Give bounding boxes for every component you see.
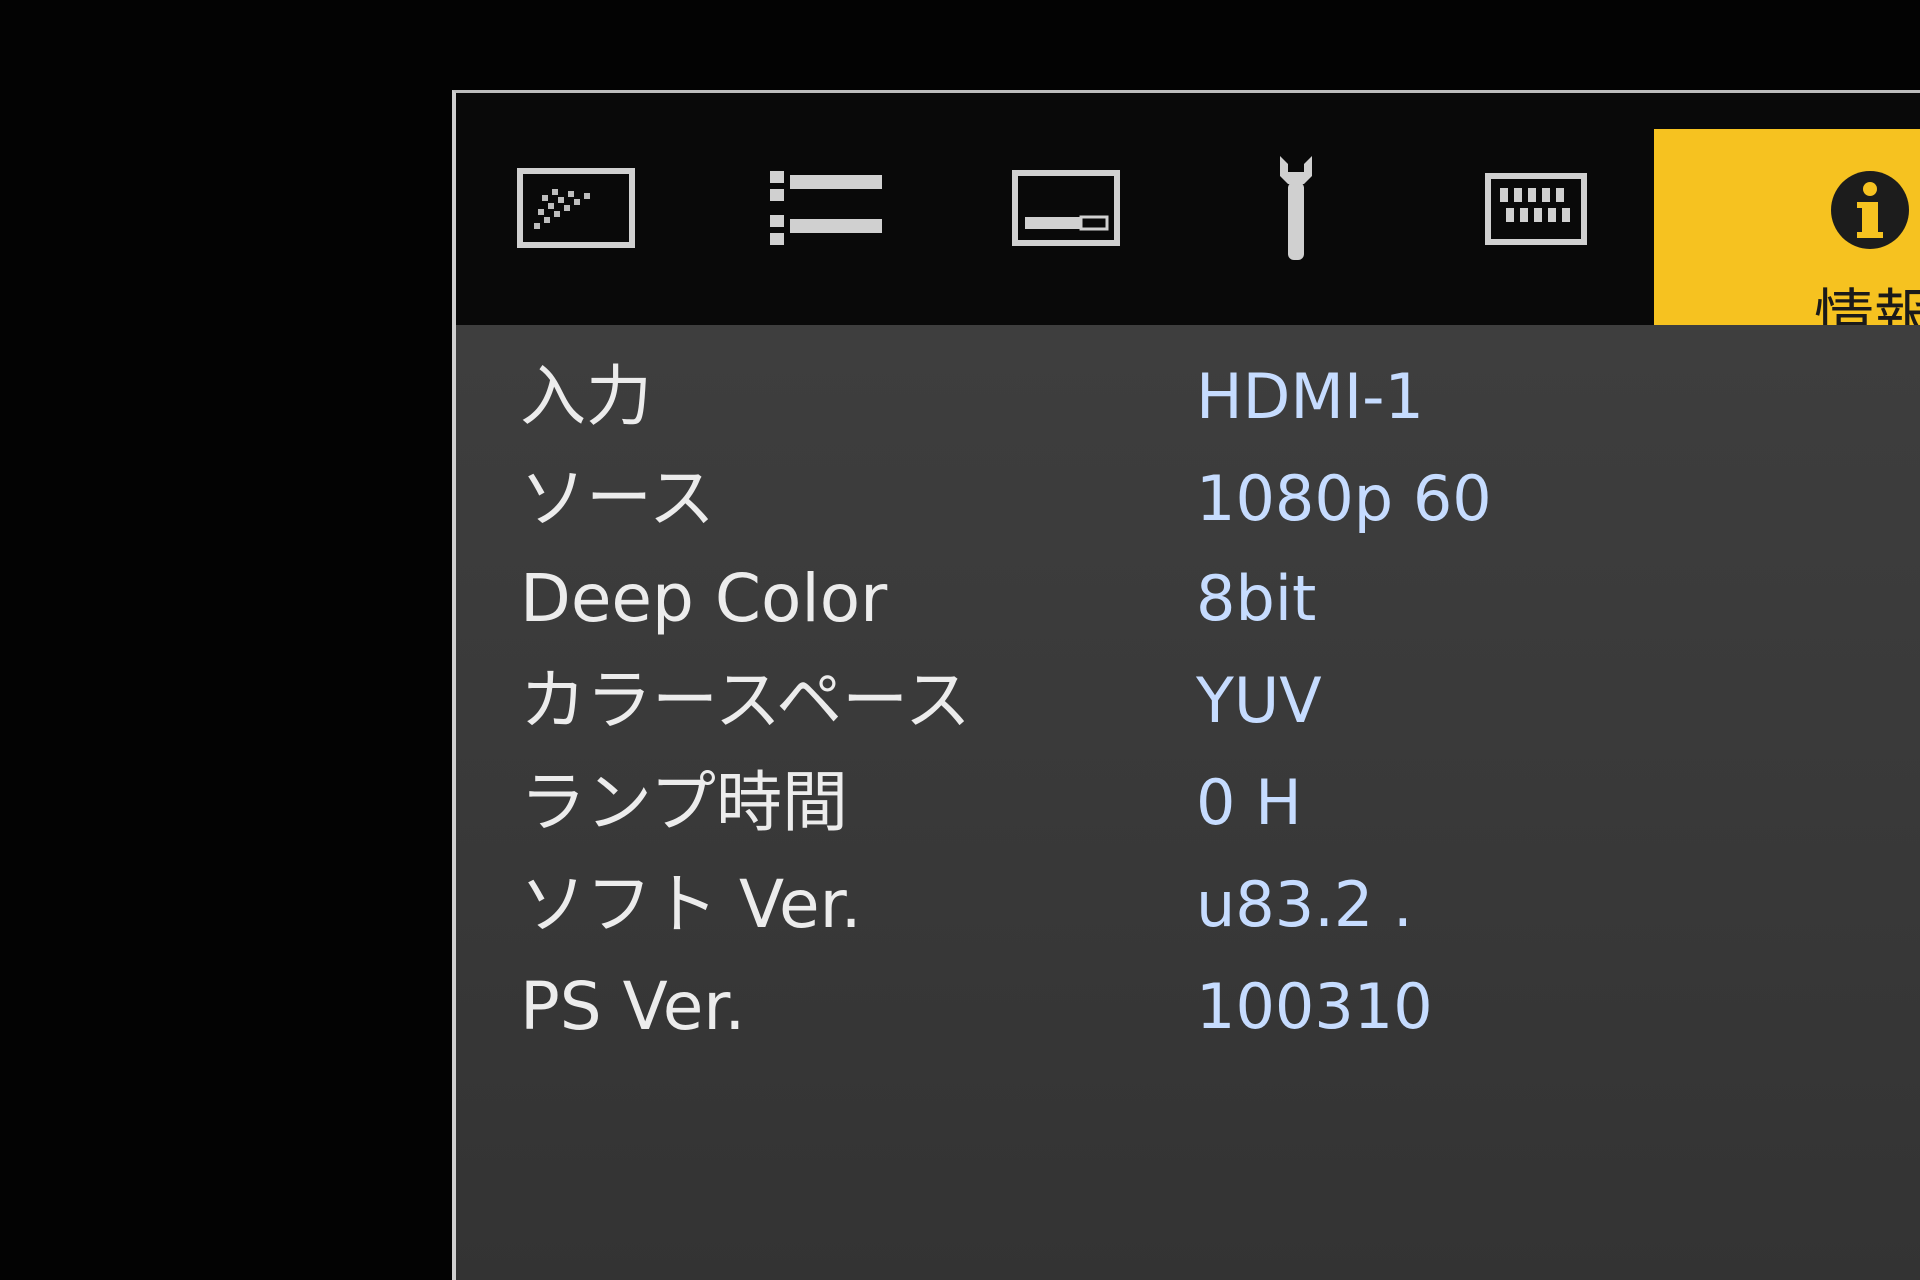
row-value: u83.2 .: [1196, 868, 1413, 941]
info-row-lamp-time: ランプ時間 0 H: [456, 753, 1920, 853]
row-label: PS Ver.: [520, 968, 746, 1045]
row-value: 8bit: [1196, 562, 1317, 635]
row-value: HDMI-1: [1196, 360, 1424, 433]
row-value: 100310: [1196, 970, 1433, 1043]
tab-picture[interactable]: [496, 93, 656, 325]
display-screen-icon: [1012, 170, 1120, 246]
row-value: YUV: [1196, 664, 1322, 737]
menu-tab-bar: 情報: [456, 93, 1920, 369]
row-label: Deep Color: [520, 560, 888, 637]
tab-input[interactable]: [756, 93, 896, 325]
row-label: 入力: [520, 358, 652, 435]
info-row-ps-version: PS Ver. 100310: [456, 957, 1920, 1057]
tab-pattern[interactable]: [1466, 93, 1606, 325]
input-settings-icon: [770, 171, 882, 245]
info-content-panel: 入力 HDMI-1 ソース 1080p 60 Deep Color 8bit カ…: [456, 325, 1920, 1280]
info-row-color-space: カラースペース YUV: [456, 651, 1920, 751]
info-row-input: 入力 HDMI-1: [456, 347, 1920, 447]
picture-quality-icon: [517, 168, 635, 248]
row-label: カラースペース: [520, 662, 971, 739]
row-label: ソース: [520, 460, 715, 537]
info-icon: [1831, 171, 1909, 249]
tab-display[interactable]: [996, 93, 1136, 325]
row-value: 0 H: [1196, 766, 1302, 839]
pattern-grid-icon: [1485, 173, 1587, 245]
row-label: ランプ時間: [520, 764, 849, 841]
wrench-setup-icon: [1280, 156, 1312, 260]
info-row-software-version: ソフト Ver. u83.2 .: [456, 855, 1920, 955]
info-row-deep-color: Deep Color 8bit: [456, 549, 1920, 649]
row-label: ソフト Ver.: [520, 866, 862, 943]
info-row-source: ソース 1080p 60: [456, 449, 1920, 549]
row-value: 1080p 60: [1196, 462, 1492, 535]
tab-setup[interactable]: [1236, 93, 1356, 325]
osd-menu-panel: 情報 入力 HDMI-1 ソース 1080p 60 Deep Color 8bi…: [452, 90, 1920, 1280]
